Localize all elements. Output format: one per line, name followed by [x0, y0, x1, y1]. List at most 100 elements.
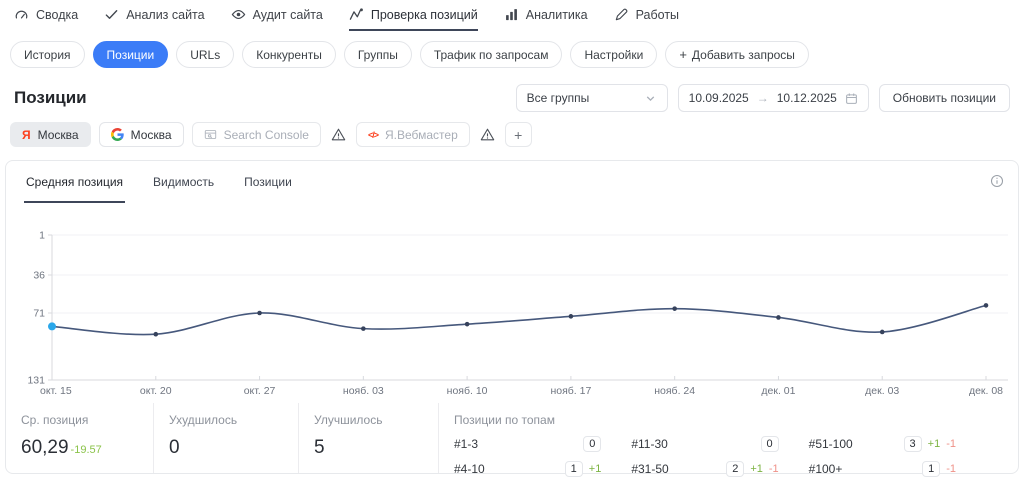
average-position-chart[interactable]: 13671131окт. 15окт. 20окт. 27нояб. 03ноя…	[6, 203, 1018, 403]
top-nav-item[interactable]: Проверка позиций	[349, 7, 478, 31]
x-axis-label: нояб. 10	[447, 385, 488, 397]
sub-nav-item[interactable]: Группы	[344, 41, 412, 68]
y-axis-label: 36	[33, 270, 45, 282]
x-axis-label: окт. 20	[140, 385, 172, 397]
data-point[interactable]	[465, 322, 470, 327]
data-point[interactable]	[361, 326, 366, 331]
engine-label: Я.Вебмастер	[385, 128, 458, 142]
search-console-icon	[204, 128, 217, 141]
top-range-down: -1	[946, 438, 956, 450]
stat-value: 0	[169, 437, 298, 459]
top-range-values: 0	[583, 436, 601, 452]
engine-tab[interactable]: Search Console	[192, 122, 321, 147]
stat-value: 60,29 -19.57	[21, 437, 153, 459]
toolbar: Позиции Все группы 10.09.2025 → 10.12.20…	[0, 74, 1024, 121]
sub-nav-label: Добавить запросы	[692, 49, 795, 61]
sub-nav-item[interactable]: Трафик по запросам	[420, 41, 563, 68]
stat-label: Улучшилось	[314, 413, 438, 427]
y-axis-label: 71	[33, 308, 45, 320]
analytics-bars-icon	[504, 7, 519, 22]
google-icon	[111, 128, 124, 141]
engine-label: Москва	[38, 128, 79, 142]
date-arrow: →	[757, 91, 769, 105]
add-queries-button[interactable]: + Добавить запросы	[665, 41, 809, 68]
info-icon[interactable]	[990, 174, 1004, 188]
stat-worsened: Ухудшилось 0	[153, 403, 298, 473]
sub-nav-item[interactable]: Позиции	[93, 41, 169, 68]
plus-icon: +	[679, 48, 687, 61]
check-icon	[104, 7, 119, 22]
date-range-picker[interactable]: 10.09.2025 → 10.12.2025	[678, 84, 869, 112]
group-select[interactable]: Все группы	[516, 84, 668, 112]
pen-icon	[614, 7, 629, 22]
add-search-engine-button[interactable]: +	[505, 122, 532, 147]
top-nav-item[interactable]: Аналитика	[504, 7, 588, 31]
sub-nav-label: История	[24, 49, 71, 61]
top-nav-item[interactable]: Анализ сайта	[104, 7, 204, 31]
x-axis-label: окт. 27	[244, 385, 276, 397]
stat-label: Ср. позиция	[21, 413, 153, 427]
positions-by-tops: Позиции по топам #1-30#11-300#51-1003+1-…	[438, 403, 1018, 473]
top-nav-label: Аудит сайта	[253, 8, 323, 22]
top-nav-label: Сводка	[36, 8, 78, 22]
plus-icon: +	[514, 127, 522, 143]
sub-nav-label: Трафик по запросам	[434, 49, 549, 61]
sub-nav-label: Конкуренты	[256, 49, 322, 61]
data-point[interactable]	[776, 315, 781, 320]
top-nav-item[interactable]: Работы	[614, 7, 679, 31]
stat-improved: Улучшилось 5	[298, 403, 438, 473]
top-nav-label: Анализ сайта	[126, 8, 204, 22]
chart-card: Средняя позицияВидимостьПозиции 13671131…	[5, 160, 1019, 474]
x-axis-label: нояб. 17	[550, 385, 591, 397]
top-nav-label: Работы	[636, 8, 679, 22]
data-point[interactable]	[672, 306, 677, 311]
update-positions-button[interactable]: Обновить позиции	[879, 84, 1010, 112]
top-nav: Сводка Анализ сайта Аудит сайта Проверка по…	[0, 0, 1024, 31]
yandex-icon: Я	[22, 128, 31, 142]
toolbar-controls: Все группы 10.09.2025 → 10.12.2025 Обнов…	[516, 84, 1010, 112]
stats-row: Ср. позиция 60,29 -19.57 Ухудшилось 0 Ул…	[6, 403, 1018, 473]
top-range-label: #1-3	[454, 437, 478, 451]
highlighted-data-point[interactable]	[48, 322, 56, 330]
line-series	[52, 305, 986, 334]
sub-nav-item[interactable]: Настройки	[570, 41, 657, 68]
data-point[interactable]	[153, 332, 158, 337]
top-range-count: 0	[761, 436, 779, 452]
top-nav-item[interactable]: Аудит сайта	[231, 7, 323, 31]
warning-icon[interactable]	[329, 127, 348, 142]
sub-nav-item[interactable]: Конкуренты	[242, 41, 336, 68]
data-point[interactable]	[257, 311, 262, 316]
sub-nav-label: URLs	[190, 49, 220, 61]
positions-pulse-icon	[349, 7, 364, 22]
eye-icon	[231, 7, 246, 22]
data-point[interactable]	[569, 314, 574, 319]
sub-nav-item[interactable]: URLs	[176, 41, 234, 68]
chart-tab[interactable]: Позиции	[242, 161, 294, 203]
calendar-icon	[845, 92, 858, 105]
x-axis-label: нояб. 24	[654, 385, 695, 397]
top-range-down: -1	[769, 463, 779, 475]
yandex-webmaster-icon: </>	[368, 130, 378, 140]
top-nav-item[interactable]: Сводка	[14, 7, 78, 31]
engine-tab[interactable]: Москва	[99, 122, 184, 147]
chart-tab[interactable]: Средняя позиция	[24, 161, 125, 203]
chart-tabs: Средняя позиция Видимость Позиции	[6, 161, 1018, 203]
x-axis-label: дек. 01	[761, 385, 795, 397]
sub-nav-item[interactable]: История	[10, 41, 85, 68]
top-range-up: +1	[589, 463, 602, 475]
dashboard-icon	[14, 7, 29, 22]
top-range-up: +1	[750, 463, 763, 475]
sub-nav-label: Группы	[358, 49, 398, 61]
search-engine-tabs: Я Москва Москва Search Console </> Я.Вебмасте…	[0, 121, 1024, 160]
data-point[interactable]	[984, 303, 989, 308]
top-nav-label: Аналитика	[526, 8, 588, 22]
engine-tab[interactable]: </> Я.Вебмастер	[356, 122, 470, 147]
top-range-cell: #51-1003+1-1	[809, 436, 956, 452]
warning-icon[interactable]	[478, 127, 497, 142]
chart-tab[interactable]: Видимость	[151, 161, 216, 203]
data-point[interactable]	[880, 330, 885, 335]
engine-tab[interactable]: Я Москва	[10, 122, 91, 147]
sub-nav-label: Настройки	[584, 49, 643, 61]
x-axis-label: дек. 03	[865, 385, 899, 397]
tops-label: Позиции по топам	[454, 413, 956, 427]
